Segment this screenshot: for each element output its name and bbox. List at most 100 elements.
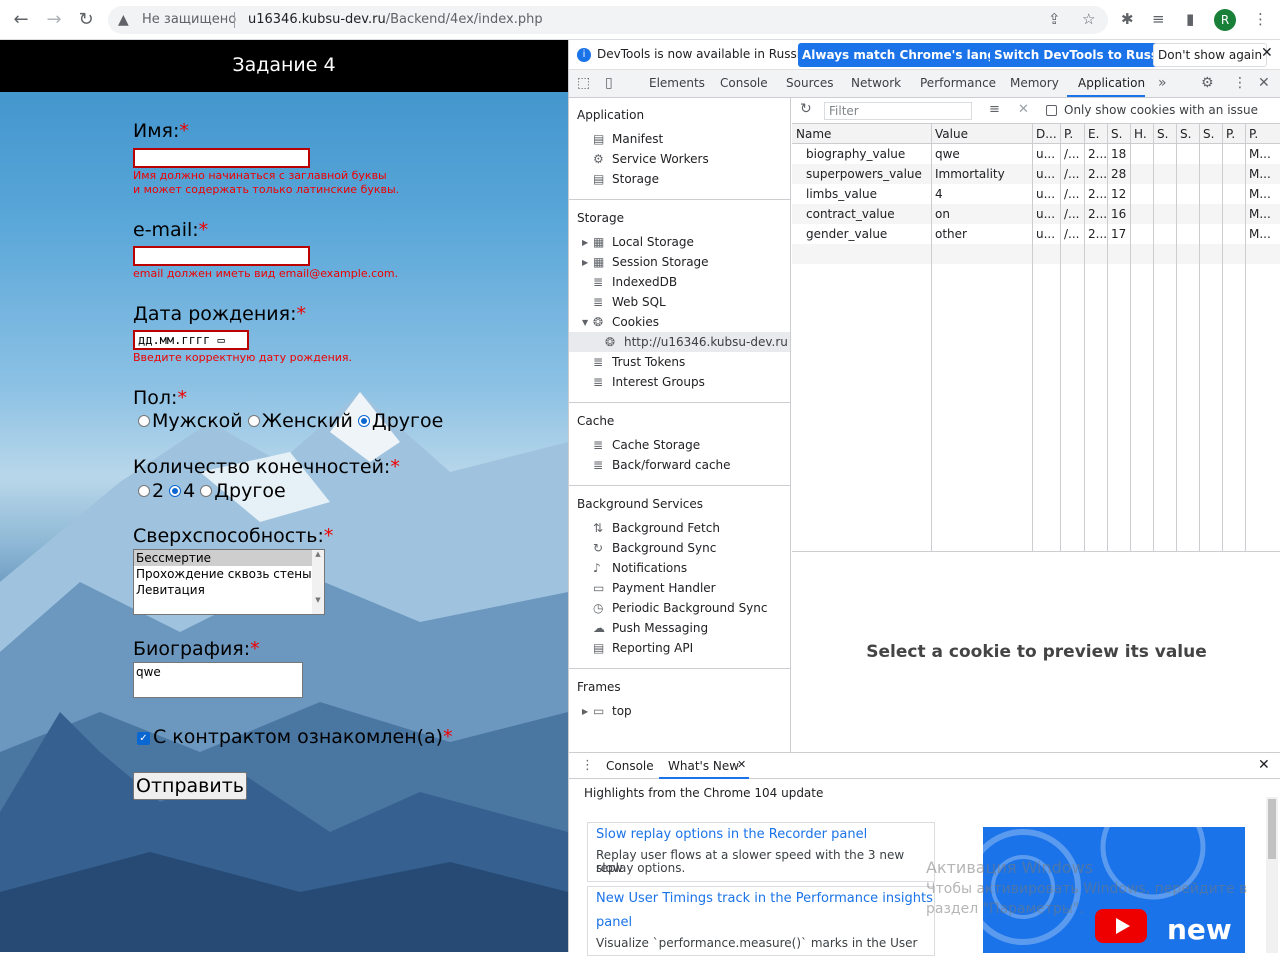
expand-arrow-icon[interactable]: ▶ [582, 238, 588, 247]
card-title[interactable]: panel [596, 915, 632, 930]
refresh-icon[interactable]: ↻ [800, 101, 812, 117]
sidebar-item-session-storage[interactable]: Session Storage [612, 255, 709, 269]
dob-input[interactable]: дд.мм.гггг ▭ [133, 330, 249, 350]
col-httponly[interactable]: H. [1130, 124, 1153, 144]
sidebar-item-reporting-api[interactable]: Reporting API [612, 641, 693, 655]
col-partition[interactable]: P. [1222, 124, 1245, 144]
sidebar-item-indexeddb[interactable]: IndexedDB [612, 275, 677, 289]
inspect-icon[interactable]: ⬚ [577, 75, 590, 91]
filter-input[interactable]: Filter [824, 102, 972, 120]
drawer-tab-console[interactable]: Console [606, 759, 654, 773]
expand-arrow-icon[interactable]: ▶ [582, 707, 588, 716]
sidebar-item-frame-top[interactable]: top [612, 704, 632, 718]
sidebar-item-storage[interactable]: Storage [612, 172, 659, 186]
address-bar[interactable]: ▲ Не защищено u16346.kubsu-dev.ru/Backen… [108, 6, 1108, 34]
sidebar-item-websql[interactable]: Web SQL [612, 295, 666, 309]
youtube-play-icon[interactable] [1095, 909, 1147, 943]
collapse-arrow-icon[interactable]: ▼ [582, 318, 588, 327]
sidebar-item-notifications[interactable]: Notifications [612, 561, 687, 575]
whats-new-card[interactable]: Slow replay options in the Recorder pane… [587, 822, 935, 882]
tab-memory[interactable]: Memory [1010, 76, 1059, 90]
device-toggle-icon[interactable]: ▯ [605, 75, 613, 91]
col-priority[interactable]: P. [1245, 124, 1280, 144]
more-options-icon[interactable]: ⋮ [1233, 75, 1247, 91]
col-expires[interactable]: E. [1084, 124, 1107, 144]
extensions-icon[interactable]: ✱ [1121, 10, 1134, 28]
tab-console[interactable]: Console [720, 76, 768, 90]
sidebar-item-local-storage[interactable]: Local Storage [612, 235, 694, 249]
sidebar-item-manifest[interactable]: Manifest [612, 132, 663, 146]
sidebar-item-trust-tokens[interactable]: Trust Tokens [612, 355, 685, 369]
dont-show-button[interactable]: Don't show again [1153, 43, 1268, 67]
col-value[interactable]: Value [931, 124, 1032, 144]
more-tabs-icon[interactable]: » [1158, 75, 1167, 91]
tab-sources[interactable]: Sources [786, 76, 833, 90]
listbox-scrollbar[interactable]: ▲ ▼ [312, 550, 324, 614]
col-samesite[interactable]: S. [1176, 124, 1199, 144]
name-input[interactable] [133, 148, 310, 168]
col-path[interactable]: P. [1060, 124, 1084, 144]
close-tab-icon[interactable]: ✕ [737, 758, 746, 771]
sidebar-item-payment-handler[interactable]: Payment Handler [612, 581, 716, 595]
drawer-menu-icon[interactable]: ⋮ [581, 758, 594, 773]
power-option[interactable]: Левитация [134, 582, 324, 598]
tab-performance[interactable]: Performance [920, 76, 996, 90]
col-secure[interactable]: S. [1153, 124, 1176, 144]
close-devtools-icon[interactable]: ✕ [1258, 75, 1270, 91]
menu-icon[interactable]: ⋮ [1253, 10, 1268, 28]
media-icon[interactable]: ≡ [1152, 10, 1165, 28]
sidebar-item-cache-storage[interactable]: Cache Storage [612, 438, 700, 452]
limbs-radio-other[interactable] [200, 485, 213, 497]
tab-elements[interactable]: Elements [649, 76, 705, 90]
profile-avatar[interactable]: R [1214, 9, 1236, 31]
col-size[interactable]: S. [1107, 124, 1130, 144]
clear-filtered-icon[interactable]: ≡ [989, 102, 1000, 117]
sidebar-item-bfcache[interactable]: Back/forward cache [612, 458, 731, 472]
sidebar-item-bg-fetch[interactable]: Background Fetch [612, 521, 720, 535]
power-option[interactable]: Прохождение сквозь стены [134, 566, 324, 582]
col-domain[interactable]: D... [1032, 124, 1060, 144]
sidebar-item-interest-groups[interactable]: Interest Groups [612, 375, 705, 389]
col-sameparty[interactable]: S. [1199, 124, 1222, 144]
sidebar-item-bg-sync[interactable]: Background Sync [612, 541, 716, 555]
share-icon[interactable]: ⇪ [1048, 10, 1061, 28]
card-title[interactable]: Slow replay options in the Recorder pane… [596, 827, 867, 842]
submit-button[interactable]: Отправить [133, 772, 247, 800]
col-name[interactable]: Name [792, 124, 931, 144]
reload-icon[interactable]: ↻ [74, 8, 98, 32]
tab-application[interactable]: Application [1078, 76, 1145, 90]
scroll-down-icon[interactable]: ▼ [312, 596, 324, 604]
gender-radio-male[interactable] [138, 415, 150, 427]
sidebar-item-periodic-sync[interactable]: Periodic Background Sync [612, 601, 768, 615]
expand-arrow-icon[interactable]: ▶ [582, 258, 588, 267]
limbs-radio-2[interactable] [138, 485, 150, 497]
limbs-radio-4[interactable] [169, 485, 182, 497]
gender-radio-female[interactable] [247, 415, 260, 427]
bookmark-star-icon[interactable]: ☆ [1082, 10, 1095, 28]
close-icon[interactable]: ✕ [1261, 45, 1273, 61]
sidebar-item-cookies[interactable]: Cookies [612, 315, 659, 329]
url-text[interactable]: u16346.kubsu-dev.ru/Backend/4ex/index.ph… [248, 12, 543, 27]
close-drawer-icon[interactable]: ✕ [1258, 757, 1270, 773]
contract-checkbox[interactable]: ✓ [137, 732, 150, 745]
only-issues-checkbox[interactable] [1046, 105, 1057, 116]
gender-radio-other[interactable] [357, 415, 370, 427]
bio-textarea[interactable]: qwe [133, 662, 303, 698]
tab-network[interactable]: Network [851, 76, 901, 90]
email-input[interactable] [133, 246, 310, 266]
sidebar-item-service-workers[interactable]: Service Workers [612, 152, 709, 166]
back-icon[interactable]: ← [9, 8, 33, 32]
card-title[interactable]: New User Timings track in the Performanc… [596, 891, 933, 906]
side-panel-icon[interactable]: ▮ [1186, 10, 1194, 28]
whats-new-card[interactable]: New User Timings track in the Performanc… [587, 886, 935, 956]
settings-gear-icon[interactable]: ⚙ [1201, 75, 1214, 91]
drawer-tab-whats-new[interactable]: What's New [668, 759, 739, 773]
drawer-scroll-thumb[interactable] [1268, 799, 1276, 859]
calendar-icon[interactable]: ▭ [217, 333, 224, 347]
power-listbox[interactable]: Бессмертие Прохождение сквозь стены Леви… [133, 549, 325, 615]
sidebar-item-cookie-origin[interactable]: http://u16346.kubsu-dev.ru [624, 335, 788, 349]
power-option[interactable]: Бессмертие [134, 550, 324, 566]
scroll-up-icon[interactable]: ▲ [312, 550, 324, 558]
delete-icon[interactable]: ✕ [1018, 102, 1029, 117]
sidebar-item-push-messaging[interactable]: Push Messaging [612, 621, 708, 635]
